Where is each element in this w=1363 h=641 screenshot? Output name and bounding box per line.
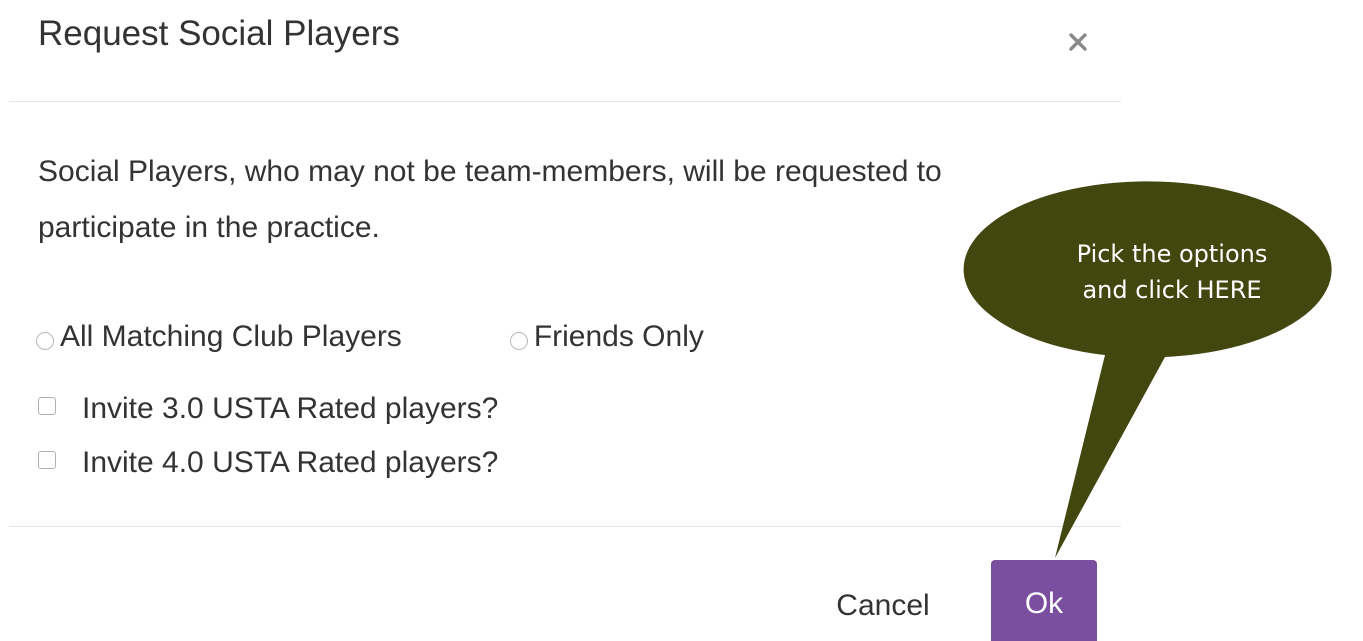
footer-divider	[9, 526, 1121, 527]
radio-all-matching-club-players[interactable]: All Matching Club Players	[36, 320, 402, 354]
player-scope-radio-group: All Matching Club Players Friends Only	[36, 312, 704, 362]
modal-description: Social Players, who may not be team-memb…	[38, 155, 942, 244]
radio-label: All Matching Club Players	[60, 320, 402, 353]
request-social-players-modal: Request Social Players Social Players, w…	[0, 0, 1363, 641]
checkbox-box[interactable]	[38, 451, 56, 469]
ok-button[interactable]: Ok	[991, 560, 1097, 641]
header-divider	[9, 101, 1121, 102]
checkbox-label: Invite 4.0 USTA Rated players?	[82, 446, 499, 479]
radio-circle[interactable]	[509, 332, 528, 350]
callout-line-1: Pick the options	[1076, 240, 1268, 268]
radio-friends-only[interactable]: Friends Only	[509, 320, 704, 354]
checkbox-invite-4-0[interactable]: Invite 4.0 USTA Rated players?	[38, 443, 498, 483]
callout-line-2: and click HERE	[1082, 276, 1262, 304]
checkbox-invite-3-0[interactable]: Invite 3.0 USTA Rated players?	[38, 389, 498, 429]
checkbox-box[interactable]	[38, 397, 56, 415]
cancel-button[interactable]: Cancel	[808, 580, 958, 632]
radio-label: Friends Only	[533, 320, 704, 353]
close-icon	[1069, 33, 1087, 51]
close-button[interactable]	[1058, 22, 1098, 62]
checkbox-label: Invite 3.0 USTA Rated players?	[82, 392, 499, 425]
modal-title: Request Social Players	[38, 14, 400, 53]
radio-circle[interactable]	[36, 332, 54, 350]
callout-text: Pick the options and click HERE	[1012, 236, 1332, 308]
